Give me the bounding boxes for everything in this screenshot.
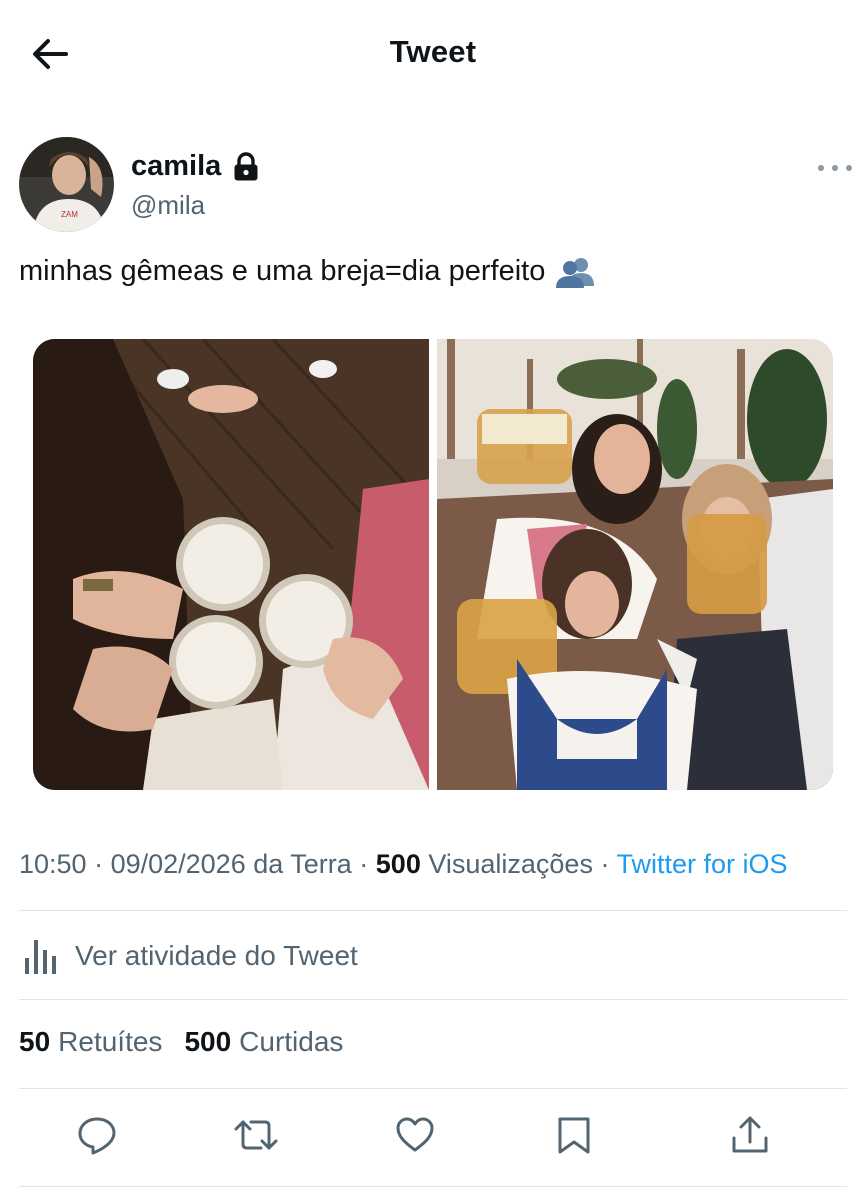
page-title: Tweet	[389, 34, 477, 69]
meta-separator: ·	[592, 849, 617, 879]
svg-text:ZAM: ZAM	[61, 210, 78, 219]
views-count: 500	[375, 849, 421, 879]
more-dot-icon	[818, 165, 824, 171]
view-tweet-activity-label: Ver atividade do Tweet	[75, 940, 358, 971]
beer-toast-photo	[33, 339, 431, 790]
retweets-label: Retuítes	[58, 1026, 163, 1057]
tweet-action-bar	[0, 1108, 866, 1168]
divider	[19, 999, 847, 1000]
author-name: camila	[131, 150, 222, 182]
tweet-date: 09/02/2026 da Terra	[110, 849, 352, 879]
author-handle: @mila	[131, 190, 206, 220]
divider	[19, 910, 847, 911]
retweet-icon	[234, 1120, 278, 1150]
author-name-row[interactable]: camila	[131, 150, 259, 183]
bar-chart-icon	[25, 940, 56, 974]
bookmark-button[interactable]	[553, 1114, 595, 1156]
view-tweet-activity-button[interactable]: Ver atividade do Tweet	[19, 930, 358, 982]
likes-label: Curtidas	[239, 1026, 344, 1057]
heart-icon	[396, 1117, 434, 1152]
like-button[interactable]	[394, 1114, 436, 1156]
retweet-button[interactable]	[233, 1114, 278, 1156]
retweets-stat[interactable]: 50 Retuítes	[19, 1026, 162, 1058]
tweet-stats: 50 Retuítes 500 Curtidas	[19, 1026, 365, 1058]
meta-separator: ·	[86, 849, 111, 879]
more-dot-icon	[832, 165, 838, 171]
share-icon	[732, 1116, 768, 1153]
meta-separator: ·	[351, 849, 376, 879]
avatar[interactable]: ZAM	[19, 137, 114, 232]
bookmark-icon	[558, 1117, 590, 1154]
divider	[19, 1186, 847, 1187]
tweet-media	[33, 339, 833, 790]
tweet-text-row: minhas gêmeas e uma breja=dia perfeito	[19, 255, 595, 288]
tweet-meta: 10:50 · 09/02/2026 da Terra · 500 Visual…	[19, 849, 788, 880]
tweet-photo-1[interactable]	[33, 339, 431, 790]
likes-stat[interactable]: 500 Curtidas	[184, 1026, 343, 1058]
reply-button[interactable]	[76, 1114, 118, 1156]
oktoberfest-photo	[437, 339, 833, 790]
busts-in-silhouette-icon	[556, 257, 595, 288]
tweet-source-link[interactable]: Twitter for iOS	[616, 849, 787, 879]
tweet-photo-2[interactable]	[437, 339, 833, 790]
divider	[19, 1088, 847, 1089]
tweet-text: minhas gêmeas e uma breja=dia perfeito	[19, 255, 546, 287]
top-bar: Tweet	[0, 0, 866, 105]
likes-count: 500	[184, 1026, 232, 1057]
more-options-button[interactable]	[818, 158, 852, 178]
retweets-count: 50	[19, 1026, 51, 1057]
tweet-time: 10:50	[19, 849, 87, 879]
share-button[interactable]	[729, 1114, 771, 1156]
more-dot-icon	[846, 165, 852, 171]
views-label: Visualizações	[420, 849, 593, 879]
lock-icon	[234, 151, 258, 180]
avatar-image: ZAM	[19, 137, 114, 232]
reply-icon	[78, 1117, 116, 1155]
